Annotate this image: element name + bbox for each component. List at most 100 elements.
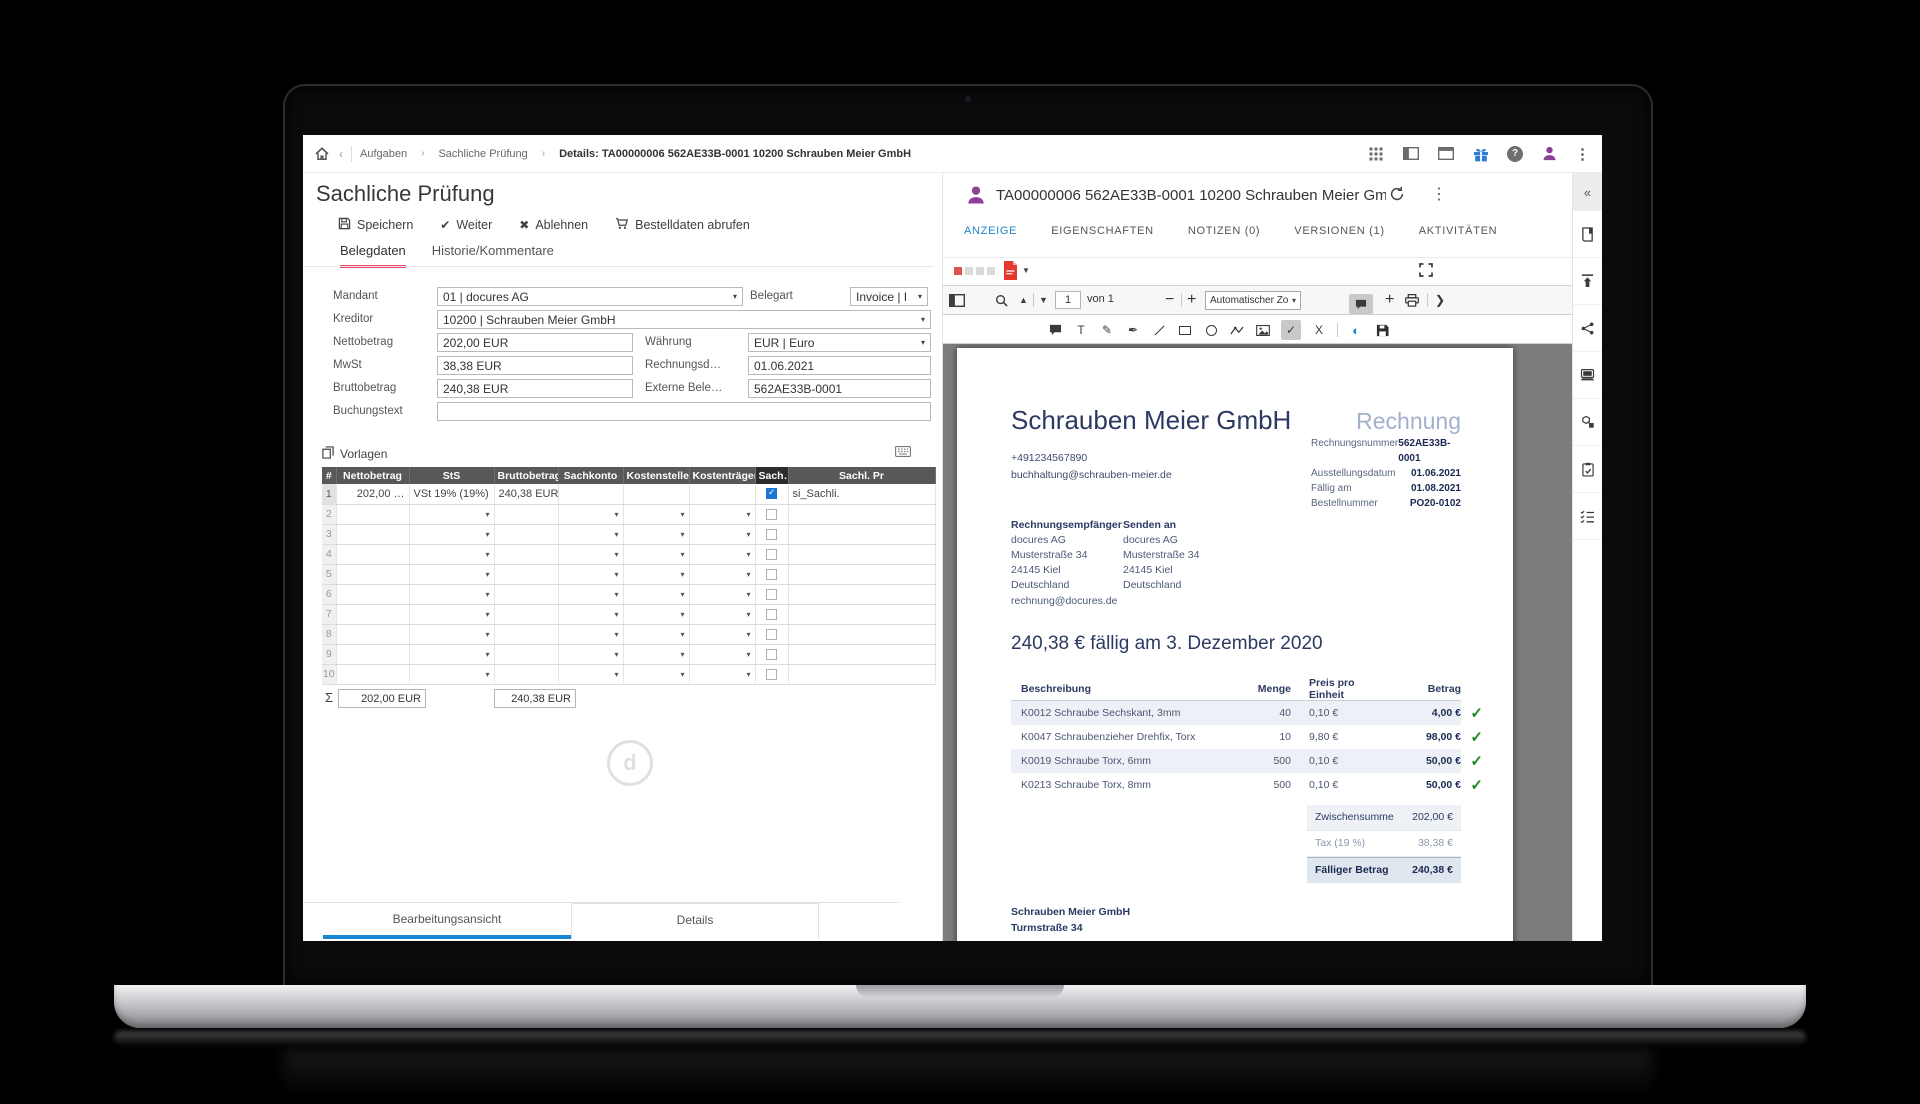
tab-bearbeitungsansicht[interactable]: Bearbeitungsansicht (323, 903, 571, 939)
sachkonto-select-cell[interactable]: ▾ (558, 524, 623, 544)
sachl-cell[interactable] (788, 524, 935, 544)
sachl-cell[interactable] (788, 584, 935, 604)
back-chevron[interactable]: ‹ (339, 147, 343, 161)
kostentraeger-select-cell[interactable]: ▾ (689, 584, 755, 604)
kostentraeger-select-cell[interactable]: ▾ (689, 504, 755, 524)
breadcrumb-item[interactable]: Sachliche Prüfung (438, 148, 527, 160)
sts-select-cell[interactable]: ▾ (409, 624, 494, 644)
sachkonto-select-cell[interactable]: ▾ (558, 604, 623, 624)
brutto-cell[interactable] (494, 624, 558, 644)
refresh-icon[interactable] (1389, 186, 1405, 205)
print-icon[interactable] (1405, 286, 1419, 314)
mwst-field[interactable]: 38,38 EUR (437, 356, 633, 375)
cross-tool-icon[interactable]: Χ (1311, 320, 1327, 340)
save-annotations-icon[interactable] (1374, 320, 1390, 340)
more-menu-icon[interactable]: ⋮ (1431, 184, 1447, 204)
tab-aktivitaeten[interactable]: AKTIVITÄTEN (1419, 225, 1498, 247)
zoom-select[interactable]: Automatischer Zoom ▾ (1205, 291, 1301, 310)
externe-belegnr-field[interactable]: 562AE33B-0001 (748, 379, 931, 398)
sts-select-cell[interactable]: ▾ (409, 644, 494, 664)
kostentraeger-select-cell[interactable]: ▾ (689, 564, 755, 584)
fullscreen-icon[interactable] (1419, 263, 1433, 280)
pencil-icon[interactable]: ✎ (1099, 320, 1115, 340)
sts-select-cell[interactable]: ▾ (409, 544, 494, 564)
belegart-select[interactable]: Invoice | I ▾ (850, 287, 928, 306)
sachkonto-select-cell[interactable]: ▾ (558, 564, 623, 584)
brutto-cell[interactable] (494, 564, 558, 584)
sach-checkbox[interactable] (766, 649, 777, 660)
split-panel-icon[interactable] (1402, 145, 1420, 163)
page-number-input[interactable]: 1 (1055, 291, 1081, 309)
kostentraeger-select-cell[interactable]: ▾ (689, 664, 755, 684)
kreditor-select[interactable]: 10200 | Schrauben Meier GmbH ▾ (437, 310, 931, 329)
sachkonto-cell[interactable] (558, 484, 623, 504)
tab-notizen[interactable]: NOTIZEN (0) (1188, 225, 1260, 247)
fetch-order-data-button[interactable]: Bestelldaten abrufen (615, 217, 750, 233)
tab-details[interactable]: Details (571, 903, 819, 939)
sach-checkbox[interactable] (766, 509, 777, 520)
tab-anzeige[interactable]: ANZEIGE (964, 225, 1017, 247)
breadcrumb-item[interactable]: Aufgaben (360, 148, 407, 160)
image-tool-icon[interactable] (1255, 320, 1271, 340)
sts-select-cell[interactable]: ▾ (409, 564, 494, 584)
sachl-cell[interactable] (788, 504, 935, 524)
sach-checkbox[interactable] (766, 488, 777, 499)
kostenstelle-select-cell[interactable]: ▾ (623, 664, 689, 684)
mandant-select[interactable]: 01 | docures AG ▾ (437, 287, 743, 306)
brutto-cell[interactable] (494, 544, 558, 564)
sachl-cell[interactable]: si_Sachli. (788, 484, 935, 504)
collapse-panel-button[interactable]: « (1573, 173, 1602, 211)
kostentraeger-select-cell[interactable]: ▾ (689, 544, 755, 564)
check-annotation[interactable]: ✓ (1470, 728, 1483, 746)
tab-eigenschaften[interactable]: EIGENSCHAFTEN (1051, 225, 1154, 247)
sach-checkbox[interactable] (766, 629, 777, 640)
text-tool-icon[interactable]: T (1073, 320, 1089, 340)
polyline-tool-icon[interactable] (1229, 320, 1245, 340)
sts-select-cell[interactable]: ▾ (409, 664, 494, 684)
reader-icon[interactable] (1573, 211, 1602, 258)
tab-historie[interactable]: Historie/Kommentare (432, 243, 554, 268)
kostenstelle-select-cell[interactable]: ▾ (623, 604, 689, 624)
keyboard-icon[interactable] (895, 446, 911, 460)
sachl-cell[interactable] (788, 664, 935, 684)
sachkonto-select-cell[interactable]: ▾ (558, 544, 623, 564)
gift-icon[interactable] (1472, 145, 1490, 163)
check-annotation[interactable]: ✓ (1470, 704, 1483, 722)
kostentraeger-select-cell[interactable]: ▾ (689, 624, 755, 644)
page-square[interactable] (987, 267, 995, 275)
sts-cell[interactable]: VSt 19% (19%) (409, 484, 494, 504)
kostenstelle-select-cell[interactable]: ▾ (623, 524, 689, 544)
brutto-cell[interactable]: 240,38 EUR (494, 484, 558, 504)
add-icon[interactable]: + (1385, 286, 1394, 314)
brutto-cell[interactable] (494, 604, 558, 624)
sachl-cell[interactable] (788, 544, 935, 564)
nettobetrag-field[interactable]: 202,00 EUR (437, 333, 633, 352)
kostentraeger-select-cell[interactable]: ▾ (689, 604, 755, 624)
sts-select-cell[interactable]: ▾ (409, 504, 494, 524)
netto-cell[interactable]: 202,00 … (336, 484, 409, 504)
sts-select-cell[interactable]: ▾ (409, 584, 494, 604)
kostentraeger-select-cell[interactable]: ▾ (689, 524, 755, 544)
user-icon[interactable] (1540, 145, 1558, 163)
kostenstelle-select-cell[interactable]: ▾ (623, 504, 689, 524)
comment-bubble-icon[interactable] (1047, 320, 1063, 340)
computer-icon[interactable] (1573, 352, 1602, 399)
sachl-cell[interactable] (788, 644, 935, 664)
tab-versionen[interactable]: VERSIONEN (1) (1294, 225, 1384, 247)
check-annotation[interactable]: ✓ (1470, 776, 1483, 794)
waehrung-select[interactable]: EUR | Euro ▾ (748, 333, 931, 352)
brutto-cell[interactable] (494, 504, 558, 524)
zoom-in-icon[interactable]: + (1187, 286, 1196, 314)
zoom-out-icon[interactable]: − (1165, 286, 1174, 314)
sts-select-cell[interactable]: ▾ (409, 524, 494, 544)
page-square-active[interactable] (954, 267, 962, 275)
previous-page-icon[interactable]: ▲ (1019, 286, 1028, 314)
sachkonto-select-cell[interactable]: ▾ (558, 504, 623, 524)
netto-cell[interactable] (336, 564, 409, 584)
page-square[interactable] (965, 267, 973, 275)
vorlagen-button[interactable]: Vorlagen (322, 446, 387, 462)
brutto-cell[interactable] (494, 664, 558, 684)
search-icon[interactable] (995, 286, 1008, 314)
apps-grid-icon[interactable] (1367, 145, 1385, 163)
kostenstelle-cell[interactable] (623, 484, 689, 504)
